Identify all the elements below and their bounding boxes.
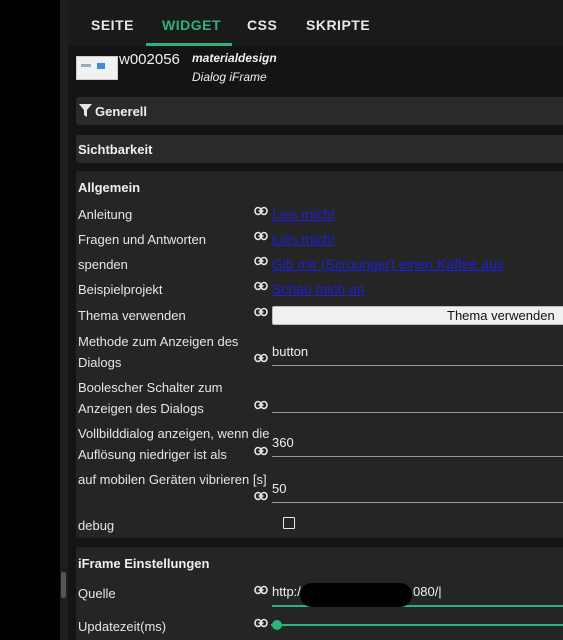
source-input-value-end: 080/| <box>413 584 442 599</box>
section-allgemein: Allgemein Anleitung Lies mich! Fragen un… <box>76 171 563 538</box>
label-beispielprojekt: Beispielprojekt <box>78 282 163 297</box>
link-icon[interactable] <box>254 231 268 245</box>
fullscreen-input-value: 360 <box>272 435 294 450</box>
tab-bar: SEITE WIDGET CSS SKRIPTE <box>68 0 563 46</box>
label-anleitung: Anleitung <box>78 207 133 222</box>
link-icon[interactable] <box>254 353 268 367</box>
label-faq: Fragen und Antworten <box>78 232 206 247</box>
widget-set: materialdesign <box>192 51 277 65</box>
theme-button-label: Thema verwenden <box>447 308 555 323</box>
widget-name: Dialog iFrame <box>192 70 267 84</box>
scrollbar[interactable] <box>60 0 68 640</box>
link-icon[interactable] <box>254 256 268 270</box>
link-icon[interactable] <box>254 206 268 220</box>
scrollbar-thumb[interactable] <box>61 572 66 598</box>
faq-link[interactable]: Lies mich! <box>272 231 335 247</box>
theme-button[interactable]: Thema verwenden <box>272 306 563 325</box>
fullscreen-input[interactable]: 360 <box>272 434 563 457</box>
link-icon[interactable] <box>254 618 268 632</box>
link-icon[interactable] <box>254 400 268 414</box>
section-title-sichtbarkeit: Sichtbarkeit <box>78 142 153 157</box>
example-link[interactable]: Schau mich an <box>272 281 365 297</box>
label-vollbild-2: Auflösung niedriger ist als <box>78 447 227 462</box>
left-pane <box>0 0 60 640</box>
label-methode-2: Dialogs <box>78 355 122 370</box>
update-slider-thumb[interactable] <box>272 620 282 630</box>
tab-seite[interactable]: SEITE <box>91 17 134 33</box>
tab-widget[interactable]: WIDGET <box>162 17 221 33</box>
vibrate-input[interactable]: 50 <box>272 480 563 503</box>
label-spenden: spenden <box>78 257 128 272</box>
link-icon[interactable] <box>254 585 268 599</box>
widget-header: w002056 materialdesign Dialog iFrame <box>68 46 563 93</box>
donate-link[interactable]: Gib mir (Scrounger) einen Kaffee aus <box>272 256 504 272</box>
label-methode-1: Methode zum Anzeigen des <box>78 334 239 349</box>
method-input-value: button <box>272 344 309 359</box>
label-vollbild-1: Vollbilddialog anzeigen, wenn die <box>78 426 270 441</box>
redaction-mark <box>300 583 412 607</box>
method-input[interactable]: button <box>272 343 563 366</box>
update-slider-track[interactable] <box>271 624 563 626</box>
section-generell[interactable]: Generell <box>76 97 563 125</box>
tab-css[interactable]: CSS <box>247 17 277 33</box>
label-thema: Thema verwenden <box>78 308 186 323</box>
widget-properties-panel: SEITE WIDGET CSS SKRIPTE w002056 materia… <box>68 0 563 640</box>
label-schalter-1: Boolescher Schalter zum <box>78 380 223 395</box>
anleitung-link[interactable]: Lies mich! <box>272 206 335 222</box>
label-quelle: Quelle <box>78 586 116 601</box>
debug-checkbox[interactable] <box>283 517 295 529</box>
link-icon[interactable] <box>254 491 268 505</box>
vibrate-input-value: 50 <box>272 481 287 496</box>
label-debug: debug <box>78 518 115 533</box>
widget-thumbnail <box>76 56 118 80</box>
section-title-generell: Generell <box>95 104 148 119</box>
label-vibrieren: auf mobilen Geräten vibrieren [s] <box>78 472 267 487</box>
link-icon[interactable] <box>254 446 268 460</box>
section-title-iframe: iFrame Einstellungen <box>78 556 210 571</box>
source-input-value-start: http:/ <box>272 584 301 599</box>
filter-icon <box>79 104 92 123</box>
link-icon[interactable] <box>254 281 268 295</box>
tab-skripte[interactable]: SKRIPTE <box>306 17 370 33</box>
label-updatezeit: Updatezeit(ms) <box>78 619 167 634</box>
label-schalter-2: Anzeigen des Dialogs <box>78 401 204 416</box>
widget-id: w002056 <box>119 51 180 68</box>
toggle-input[interactable] <box>272 390 563 413</box>
section-sichtbarkeit[interactable]: Sichtbarkeit <box>76 135 563 163</box>
link-icon[interactable] <box>254 307 268 321</box>
section-title-allgemein: Allgemein <box>78 180 141 195</box>
